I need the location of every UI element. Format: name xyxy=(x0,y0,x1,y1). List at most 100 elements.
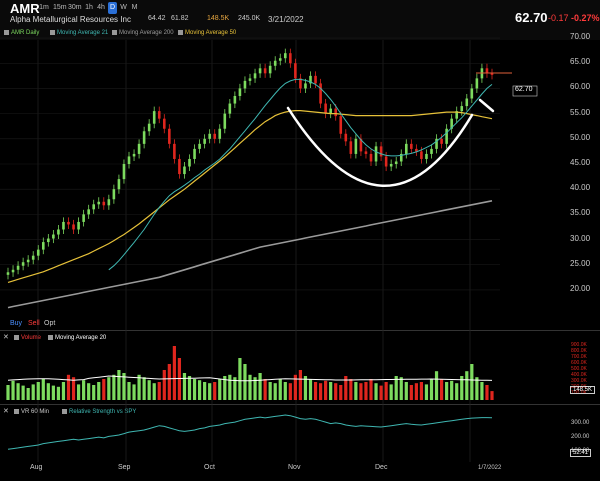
candle xyxy=(233,96,237,104)
volume-bar xyxy=(490,391,494,400)
volume-bar xyxy=(182,373,187,400)
candle xyxy=(87,209,90,215)
candle xyxy=(344,133,348,142)
volume-bar xyxy=(278,379,282,400)
candle xyxy=(294,63,297,79)
volume-bar xyxy=(409,385,413,400)
candle xyxy=(384,156,388,167)
candle xyxy=(324,103,327,114)
candle xyxy=(62,221,65,230)
volume-bar xyxy=(313,382,318,400)
volume-bar xyxy=(76,384,81,400)
y-axis-tick: 35.00 xyxy=(570,208,591,218)
candle xyxy=(218,128,222,139)
candle xyxy=(404,143,408,154)
volume-bar xyxy=(172,346,176,400)
candle xyxy=(198,143,201,149)
candle xyxy=(490,73,494,75)
candle xyxy=(319,83,322,104)
volume-bar xyxy=(238,358,242,400)
volume-bar xyxy=(288,383,292,400)
candle xyxy=(47,238,50,243)
candle xyxy=(92,204,96,210)
volume-bar xyxy=(102,379,106,400)
candle xyxy=(213,133,217,139)
y-axis-tick: 20.00 xyxy=(570,283,591,293)
volume-bar xyxy=(283,382,287,400)
candle xyxy=(41,242,45,250)
x-axis-tick: Nov xyxy=(288,464,301,471)
volume-bar xyxy=(384,382,388,400)
rs-line xyxy=(7,414,493,450)
candle xyxy=(137,143,141,154)
candle xyxy=(379,146,383,157)
y-axis-tick: 40.00 xyxy=(570,183,591,193)
volume-bar xyxy=(419,382,424,400)
candle xyxy=(157,111,161,119)
volume-bar xyxy=(354,382,358,400)
x-axis-tick: Oct xyxy=(204,464,215,471)
candle xyxy=(132,153,136,157)
volume-bar xyxy=(455,383,459,400)
volume-bar xyxy=(142,377,146,400)
volume-bar xyxy=(87,383,91,400)
y-axis-tick: 60.00 xyxy=(570,82,591,92)
candle xyxy=(16,265,20,270)
volume-bar xyxy=(36,382,40,400)
price-chart[interactable] xyxy=(0,0,600,481)
volume-bar xyxy=(298,370,303,400)
volume-bar xyxy=(480,382,484,400)
candle xyxy=(349,141,353,154)
volume-bar xyxy=(197,380,202,400)
y-axis-tick: 70.00 xyxy=(570,32,591,42)
volume-bar xyxy=(147,380,151,400)
candle xyxy=(289,53,292,64)
candle xyxy=(460,106,464,112)
volume-bar xyxy=(218,379,222,400)
candle xyxy=(243,80,247,89)
y-axis-tick: 55.00 xyxy=(570,107,591,117)
volume-bar xyxy=(369,379,373,400)
rs-axis-tick: 200.00 xyxy=(571,433,590,440)
volume-bar xyxy=(228,374,232,400)
candle xyxy=(430,148,433,154)
candle xyxy=(178,158,181,175)
ma50-line xyxy=(7,110,493,283)
candle xyxy=(369,153,373,162)
candle xyxy=(248,78,252,81)
candle xyxy=(77,221,80,230)
volume-bar xyxy=(51,385,55,400)
candle xyxy=(410,143,413,149)
candle xyxy=(339,116,343,134)
candle xyxy=(425,153,428,159)
volume-bar xyxy=(61,382,66,400)
candle xyxy=(193,148,196,159)
volume-bar xyxy=(192,379,197,400)
candle xyxy=(389,164,393,167)
current-rs-tag: 52.41 xyxy=(570,449,592,457)
volume-bar xyxy=(349,379,353,400)
volume-bar xyxy=(339,385,343,400)
volume-bar xyxy=(243,364,247,400)
volume-bar xyxy=(107,377,111,400)
volume-bar xyxy=(137,374,141,400)
volume-bar xyxy=(248,374,252,400)
volume-bar xyxy=(56,386,61,400)
volume-bar xyxy=(263,379,267,400)
y-axis-tick: 50.00 xyxy=(570,132,591,142)
volume-bar xyxy=(26,388,30,400)
ma200-line xyxy=(7,200,493,309)
volume-bar xyxy=(485,385,489,400)
volume-bar xyxy=(157,382,161,400)
volume-bar xyxy=(16,383,20,400)
current-price-label: 62.70 xyxy=(515,86,533,93)
volume-bar xyxy=(187,376,192,400)
candle xyxy=(445,128,448,144)
candle xyxy=(107,199,111,206)
volume-bar xyxy=(470,364,474,400)
candle xyxy=(67,221,70,225)
candle xyxy=(263,68,267,74)
candle xyxy=(329,108,332,114)
candle xyxy=(475,78,479,89)
x-axis-tick: Aug xyxy=(30,464,43,471)
